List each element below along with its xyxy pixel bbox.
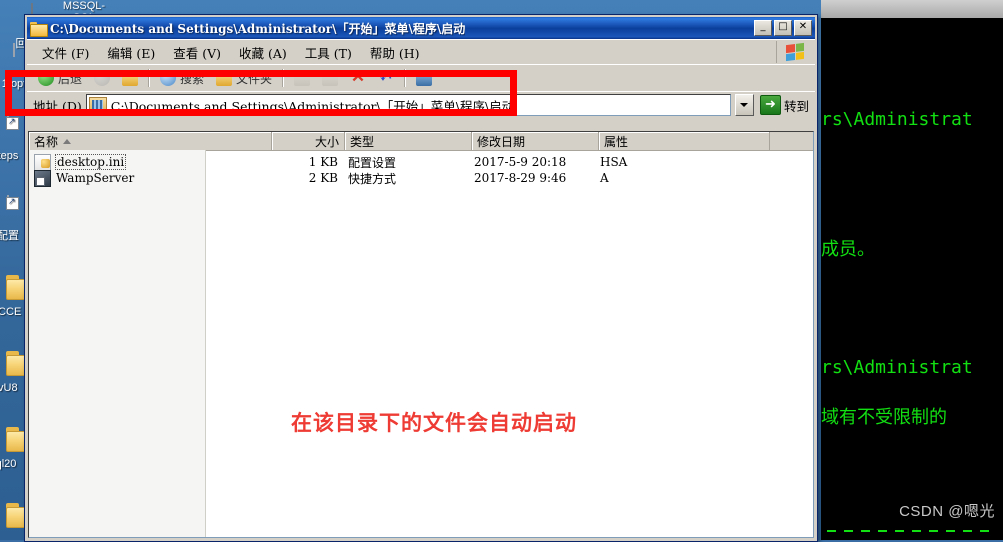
console-line: 域有不受限制的 bbox=[821, 407, 947, 428]
ini-file-icon bbox=[34, 153, 51, 171]
folder-icon bbox=[0, 272, 22, 304]
sort-ascending-icon bbox=[63, 138, 72, 144]
file-list: 名称 大小 类型 修改日期 属性 desktop.ini 1 KB 配置设置 2… bbox=[28, 131, 814, 538]
console-line: rs\Administrat bbox=[821, 357, 973, 378]
column-header-size[interactable]: 大小 bbox=[272, 132, 345, 150]
file-name: WampServer bbox=[56, 171, 135, 185]
window-controls: _ □ ✕ bbox=[754, 20, 813, 36]
green-arrow-icon: ➜ bbox=[759, 95, 781, 115]
column-label: 类型 bbox=[350, 134, 375, 149]
cell-size: 2 KB bbox=[308, 171, 338, 185]
file-rows: desktop.ini 1 KB 配置设置 2017-5-9 20:18 HSA… bbox=[29, 150, 813, 187]
cell-attributes: A bbox=[600, 171, 609, 185]
go-button[interactable]: ➜ 转到 bbox=[758, 94, 815, 116]
menu-bar: 文件 (F) 编辑 (E) 查看 (V) 收藏 (A) 工具 (T) 帮助 (H… bbox=[27, 39, 815, 64]
table-row[interactable]: WampServer 2 KB 快捷方式 2017-8-29 9:46 A bbox=[29, 169, 813, 187]
file-list-left-pane bbox=[29, 150, 206, 537]
explorer-titlebar[interactable]: C:\Documents and Settings\Administrator\… bbox=[27, 17, 815, 39]
column-headers: 名称 大小 类型 修改日期 属性 bbox=[29, 132, 813, 151]
cell-attributes: HSA bbox=[600, 155, 628, 169]
folder-icon bbox=[0, 348, 22, 380]
maximize-button[interactable]: □ bbox=[774, 20, 792, 36]
cell-size: 1 KB bbox=[308, 155, 338, 169]
console-output: rs\Administrat 成员。 rs\Administrat 域有不受限制… bbox=[821, 18, 1003, 540]
column-label: 修改日期 bbox=[477, 134, 526, 149]
config-icon bbox=[0, 195, 24, 228]
menu-item-edit[interactable]: 编辑 (E) bbox=[98, 41, 164, 64]
menu-item-favorites[interactable]: 收藏 (A) bbox=[230, 41, 296, 64]
minimize-button[interactable]: _ bbox=[754, 20, 772, 36]
console-titlebar[interactable] bbox=[821, 0, 1003, 19]
cell-type: 配置设置 bbox=[348, 155, 397, 170]
menu-item-view[interactable]: 查看 (V) bbox=[164, 41, 230, 64]
desktop-icon-label: ql20 bbox=[0, 458, 17, 470]
annotation-highlight-box bbox=[5, 70, 517, 116]
desktop-icon-label: 配置 bbox=[0, 230, 19, 242]
window-title: C:\Documents and Settings\Administrator\… bbox=[50, 21, 466, 36]
desktop-icon-label: ACCE bbox=[0, 306, 22, 318]
column-label: 名称 bbox=[34, 134, 59, 149]
table-row[interactable]: desktop.ini 1 KB 配置设置 2017-5-9 20:18 HSA bbox=[29, 153, 813, 171]
close-button[interactable]: ✕ bbox=[794, 20, 812, 36]
cell-modified: 2017-8-29 9:46 bbox=[474, 171, 567, 185]
folder-icon bbox=[0, 500, 22, 532]
folder-icon bbox=[30, 21, 48, 37]
cell-name: desktop.ini bbox=[29, 153, 271, 171]
column-header-name[interactable]: 名称 bbox=[29, 132, 272, 150]
column-header-type[interactable]: 类型 bbox=[345, 132, 472, 150]
menu-item-file[interactable]: 文件 (F) bbox=[33, 41, 98, 64]
app-icon bbox=[0, 115, 24, 148]
console-line: 成员。 bbox=[821, 239, 875, 260]
menu-item-help[interactable]: 帮助 (H) bbox=[361, 41, 429, 64]
file-name: desktop.ini bbox=[54, 154, 127, 170]
console-line: rs\Administrat bbox=[821, 109, 973, 130]
desktop-icon-label: rvU8 bbox=[0, 382, 18, 394]
folder-icon bbox=[0, 424, 22, 456]
chevron-down-icon[interactable] bbox=[734, 94, 754, 116]
command-prompt-window[interactable]: rs\Administrat 成员。 rs\Administrat 域有不受限制… bbox=[821, 0, 1003, 540]
console-dashed-line bbox=[827, 530, 997, 532]
shortcut-icon bbox=[34, 169, 51, 187]
column-header-modified[interactable]: 修改日期 bbox=[472, 132, 599, 150]
column-header-attributes[interactable]: 属性 bbox=[599, 132, 770, 150]
annotation-text: 在该目录下的文件会自动启动 bbox=[291, 411, 577, 435]
menu-item-tools[interactable]: 工具 (T) bbox=[296, 41, 361, 64]
desktop-icon-label: teps bbox=[0, 150, 19, 162]
csdn-watermark: CSDN @嗯光 bbox=[899, 503, 995, 520]
column-label: 属性 bbox=[604, 134, 629, 149]
column-label: 大小 bbox=[314, 134, 339, 149]
go-label: 转到 bbox=[783, 98, 809, 114]
cell-type: 快捷方式 bbox=[348, 171, 397, 186]
cell-name: WampServer bbox=[29, 169, 271, 187]
cell-modified: 2017-5-9 20:18 bbox=[474, 155, 567, 169]
windows-flag-icon bbox=[776, 41, 813, 63]
